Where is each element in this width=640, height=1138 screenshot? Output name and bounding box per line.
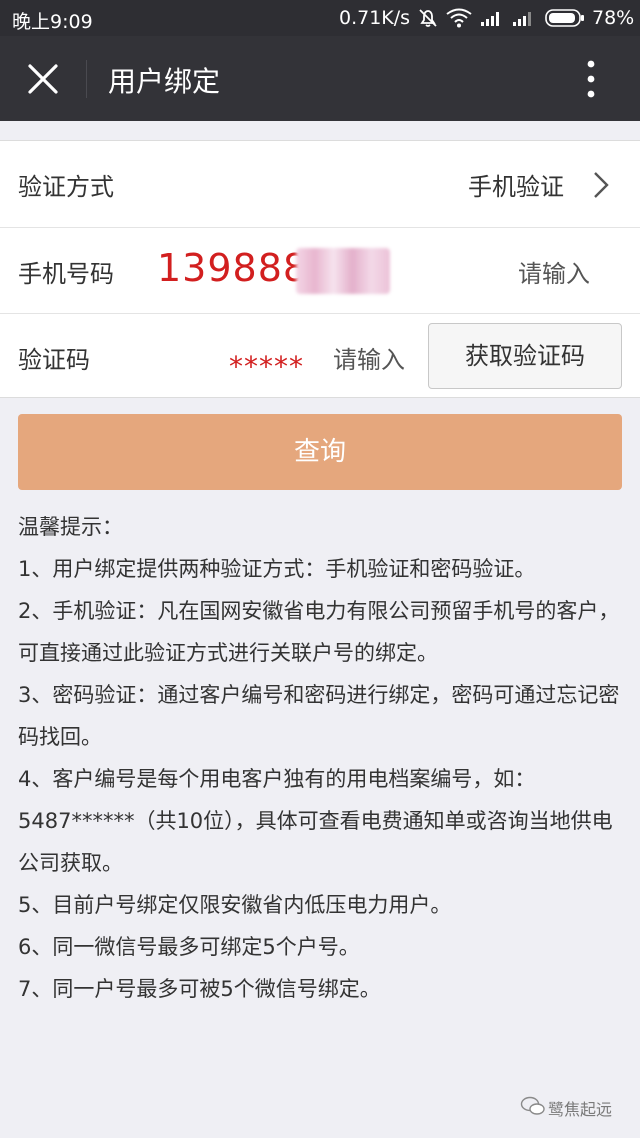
watermark: 鹭焦起远: [520, 1092, 628, 1122]
tip-item: 3、密码验证：通过客户编号和密码进行绑定，密码可通过忘记密码找回。: [18, 683, 620, 749]
get-code-button[interactable]: 获取验证码: [428, 323, 622, 389]
battery-percent: 78%: [592, 7, 635, 29]
page-title: 用户绑定: [108, 65, 221, 98]
mute-icon: [419, 9, 437, 27]
phone-placeholder[interactable]: 请输入: [518, 254, 590, 289]
wechat-icon: [520, 1096, 545, 1115]
nav-bar: 用户绑定: [0, 36, 640, 121]
close-icon[interactable]: [26, 62, 60, 96]
signal-icon: [513, 12, 531, 26]
code-masked-value: *****: [229, 350, 304, 383]
status-time: 晚上9:09: [12, 11, 93, 33]
code-label: 验证码: [18, 346, 90, 374]
phone-label: 手机号码: [18, 260, 114, 288]
nav-divider: [86, 60, 87, 98]
tips-title: 温馨提示：: [18, 515, 123, 539]
watermark-text: 鹭焦起远: [548, 1100, 613, 1119]
code-row: 验证码 ***** 请输入 获取验证码: [0, 313, 640, 399]
status-bar: 晚上9:09 0.71K/s 78%: [0, 0, 640, 36]
tip-item: 2、手机验证：凡在国网安徽省电力有限公司预留手机号的客户，可直接通过此验证方式进…: [18, 599, 620, 665]
tip-item: 1、用户绑定提供两种验证方式：手机验证和密码验证。: [18, 557, 536, 581]
chevron-right-icon: [594, 172, 609, 198]
tip-item: 6、同一微信号最多可绑定5个户号。: [18, 935, 360, 959]
phone-row: 手机号码 139888 请输入: [0, 227, 640, 313]
verify-method-row[interactable]: 验证方式 手机验证: [0, 141, 640, 227]
binding-form: 验证方式 手机验证 手机号码 139888 请输入 验证码 ***** 请输入 …: [0, 140, 640, 398]
phone-input[interactable]: 139888: [157, 246, 308, 290]
more-vertical-icon[interactable]: [580, 58, 602, 100]
tip-item: 4、客户编号是每个用电客户独有的用电档案编号，如：5487******（共10位…: [18, 767, 613, 875]
tips-section: 温馨提示： 1、用户绑定提供两种验证方式：手机验证和密码验证。 2、手机验证：凡…: [18, 506, 626, 1010]
battery-icon: [545, 9, 584, 27]
tip-item: 7、同一户号最多可被5个微信号绑定。: [18, 977, 381, 1001]
tip-item: 5、目前户号绑定仅限安徽省内低压电力用户。: [18, 893, 452, 917]
query-button[interactable]: 查询: [18, 414, 622, 490]
signal-icon: [481, 12, 499, 26]
network-speed: 0.71K/s: [339, 7, 411, 29]
verify-method-value[interactable]: 手机验证: [468, 167, 564, 202]
code-input[interactable]: 请输入: [333, 340, 405, 375]
phone-blur-mask: [296, 248, 390, 294]
verify-method-label: 验证方式: [18, 173, 114, 201]
wifi-icon: [446, 8, 472, 28]
